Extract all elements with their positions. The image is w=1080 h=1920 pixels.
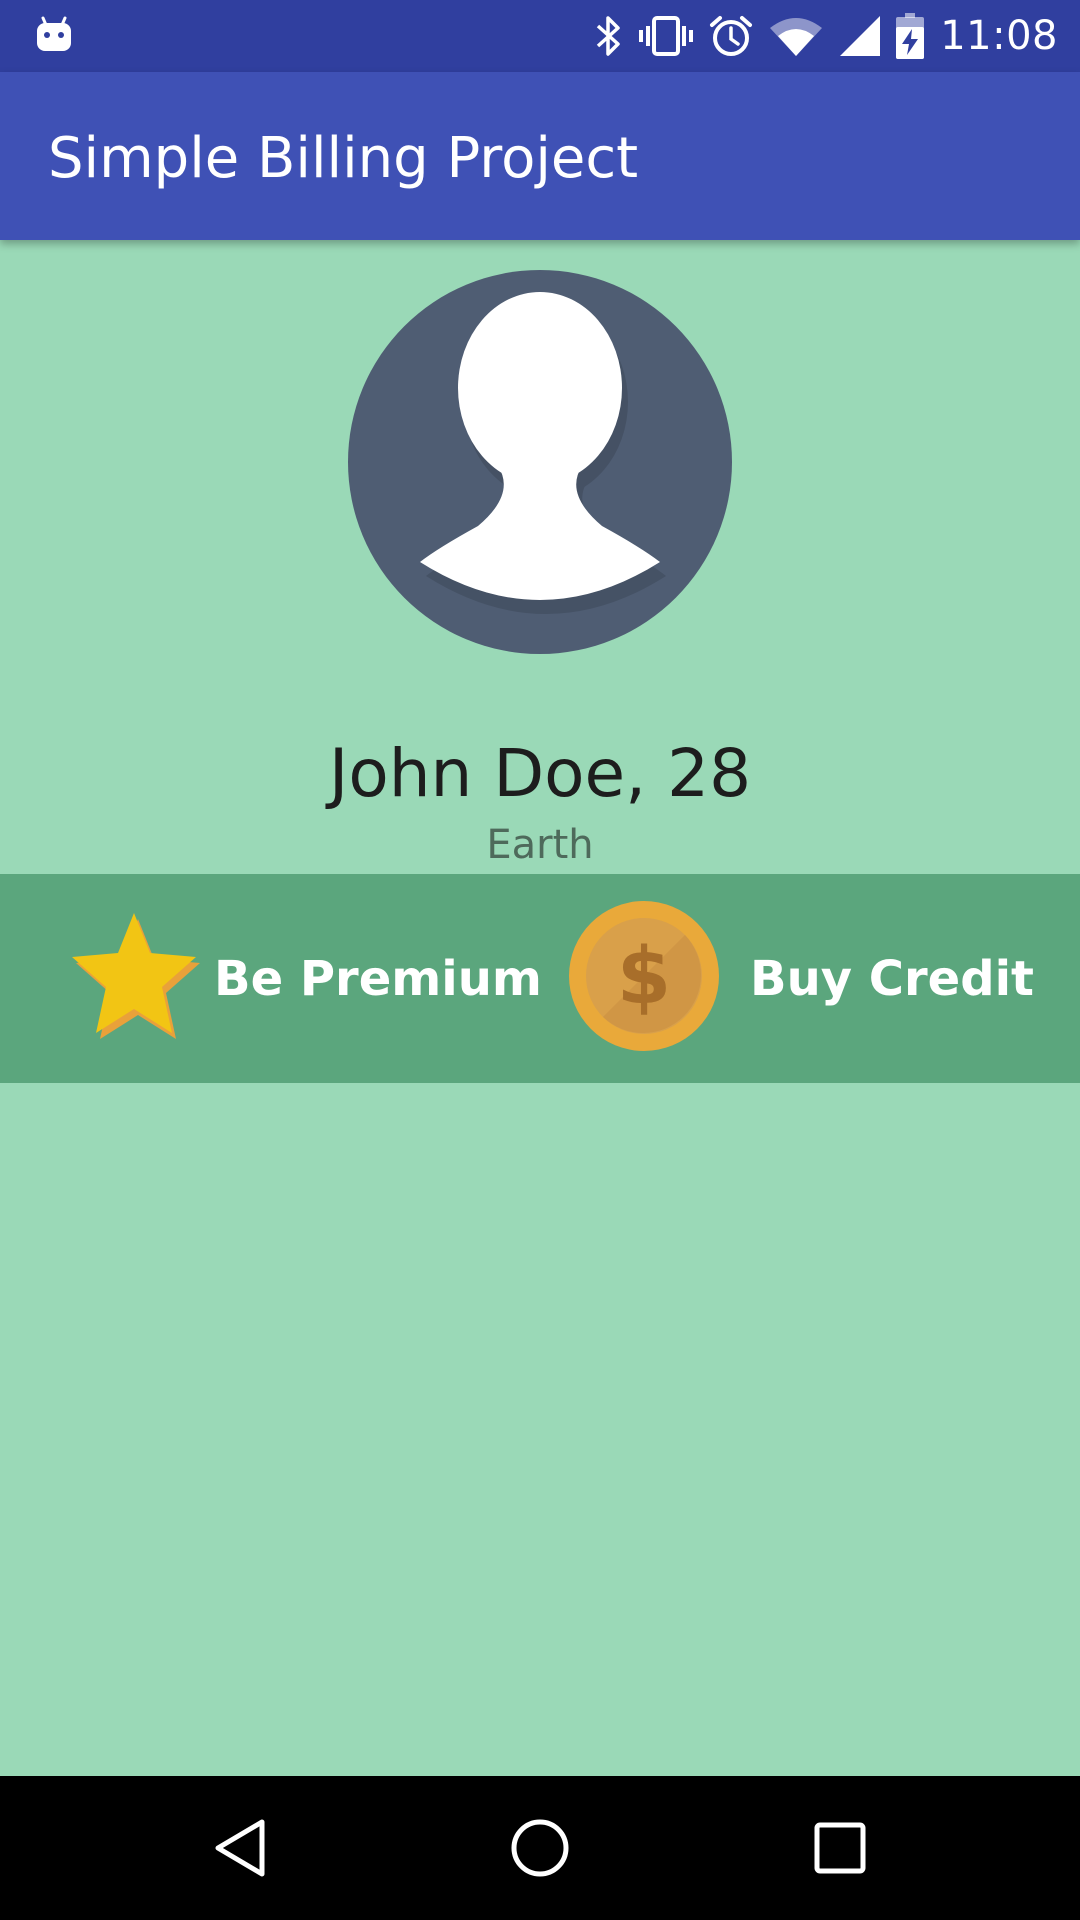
action-bar: Be Premium $ Buy Credit — [0, 874, 1080, 1083]
back-icon[interactable] — [204, 1812, 276, 1884]
recents-icon[interactable] — [804, 1812, 876, 1884]
status-bar: 11:08 — [0, 0, 1080, 72]
user-avatar-icon — [348, 270, 732, 654]
bluetooth-icon — [594, 14, 624, 58]
vibrate-icon — [638, 14, 694, 58]
navigation-bar — [0, 1776, 1080, 1920]
status-time: 11:08 — [940, 13, 1058, 59]
wifi-icon — [768, 14, 824, 58]
app-title: Simple Billing Project — [48, 126, 639, 191]
signal-icon — [838, 14, 882, 58]
buy-credit-button[interactable]: $ Buy Credit — [568, 874, 1034, 1083]
star-icon — [68, 909, 204, 1048]
app-bar: Simple Billing Project — [0, 72, 1080, 240]
alarm-icon — [708, 13, 754, 59]
profile-name: John Doe, 28 — [328, 735, 752, 812]
home-icon[interactable] — [504, 1812, 576, 1884]
be-premium-button[interactable]: Be Premium — [68, 874, 542, 1083]
profile-location: Earth — [486, 822, 594, 868]
android-debug-icon — [34, 14, 74, 59]
status-icons: 11:08 — [580, 0, 1058, 72]
battery-charging-icon — [896, 13, 925, 59]
dollar-coin-icon: $ — [568, 900, 720, 1057]
buy-credit-label: Buy Credit — [750, 950, 1034, 1007]
svg-text:$: $ — [617, 932, 671, 1022]
be-premium-label: Be Premium — [214, 950, 542, 1007]
